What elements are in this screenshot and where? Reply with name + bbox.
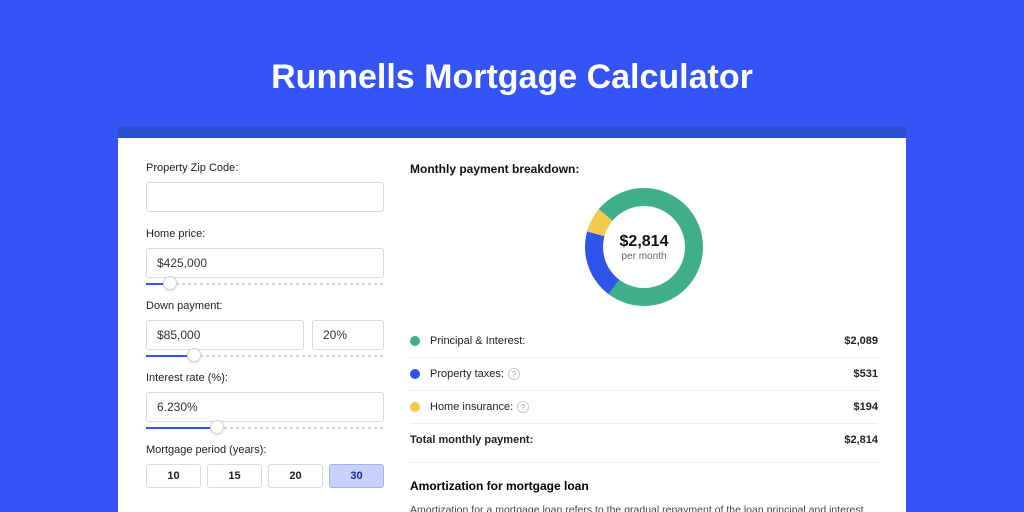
interest-rate-label: Interest rate (%): xyxy=(146,372,384,384)
down-payment-amount-input[interactable] xyxy=(146,320,304,350)
legend-label: Principal & Interest: xyxy=(430,335,844,347)
legend-item: Property taxes: ?$531 xyxy=(410,358,878,391)
legend-item: Home insurance: ?$194 xyxy=(410,391,878,424)
period-option-10[interactable]: 10 xyxy=(146,464,201,488)
calculator-card: Property Zip Code: Home price: Down paym… xyxy=(118,138,906,512)
legend-dot-icon xyxy=(410,402,420,412)
breakdown-panel: Monthly payment breakdown: $2,814 per mo… xyxy=(410,162,878,512)
legend-total-label: Total monthly payment: xyxy=(410,434,844,446)
home-price-group: Home price: xyxy=(146,228,384,288)
legend-total-value: $2,814 xyxy=(844,434,878,446)
slider-thumb[interactable] xyxy=(210,420,224,434)
legend-total-row: Total monthly payment:$2,814 xyxy=(410,424,878,456)
breakdown-legend: Principal & Interest:$2,089Property taxe… xyxy=(410,324,878,456)
zip-input[interactable] xyxy=(146,182,384,212)
home-price-slider[interactable] xyxy=(146,280,384,288)
donut-center: $2,814 per month xyxy=(603,206,685,288)
legend-dot-icon xyxy=(410,336,420,346)
period-label: Mortgage period (years): xyxy=(146,444,384,456)
donut-center-sub: per month xyxy=(621,251,666,262)
slider-thumb[interactable] xyxy=(163,276,177,290)
info-icon[interactable]: ? xyxy=(508,368,520,380)
interest-rate-slider[interactable] xyxy=(146,424,384,432)
interest-rate-group: Interest rate (%): xyxy=(146,372,384,432)
slider-thumb[interactable] xyxy=(187,348,201,362)
amortization-section: Amortization for mortgage loan Amortizat… xyxy=(410,462,878,512)
period-option-30[interactable]: 30 xyxy=(329,464,384,488)
inputs-panel: Property Zip Code: Home price: Down paym… xyxy=(146,162,384,512)
legend-value: $194 xyxy=(854,401,878,413)
legend-item: Principal & Interest:$2,089 xyxy=(410,325,878,358)
page-title: Runnells Mortgage Calculator xyxy=(0,0,1024,127)
legend-value: $2,089 xyxy=(844,335,878,347)
zip-label: Property Zip Code: xyxy=(146,162,384,174)
home-price-label: Home price: xyxy=(146,228,384,240)
amortization-paragraph: Amortization for a mortgage loan refers … xyxy=(410,503,878,512)
down-payment-group: Down payment: xyxy=(146,300,384,360)
donut-center-value: $2,814 xyxy=(620,233,669,251)
legend-dot-icon xyxy=(410,369,420,379)
period-option-15[interactable]: 15 xyxy=(207,464,262,488)
hero-card: Property Zip Code: Home price: Down paym… xyxy=(118,127,906,512)
info-icon[interactable]: ? xyxy=(517,401,529,413)
breakdown-heading: Monthly payment breakdown: xyxy=(410,162,878,176)
amortization-heading: Amortization for mortgage loan xyxy=(410,479,878,493)
down-payment-pct-input[interactable] xyxy=(312,320,384,350)
down-payment-slider[interactable] xyxy=(146,352,384,360)
interest-rate-input[interactable] xyxy=(146,392,384,422)
payment-donut-chart: $2,814 per month xyxy=(585,188,703,306)
zip-field-group: Property Zip Code: xyxy=(146,162,384,212)
legend-label: Property taxes: ? xyxy=(430,368,854,380)
legend-label: Home insurance: ? xyxy=(430,401,854,413)
legend-value: $531 xyxy=(854,368,878,380)
period-option-20[interactable]: 20 xyxy=(268,464,323,488)
home-price-input[interactable] xyxy=(146,248,384,278)
period-group: Mortgage period (years): 10152030 xyxy=(146,444,384,488)
down-payment-label: Down payment: xyxy=(146,300,384,312)
